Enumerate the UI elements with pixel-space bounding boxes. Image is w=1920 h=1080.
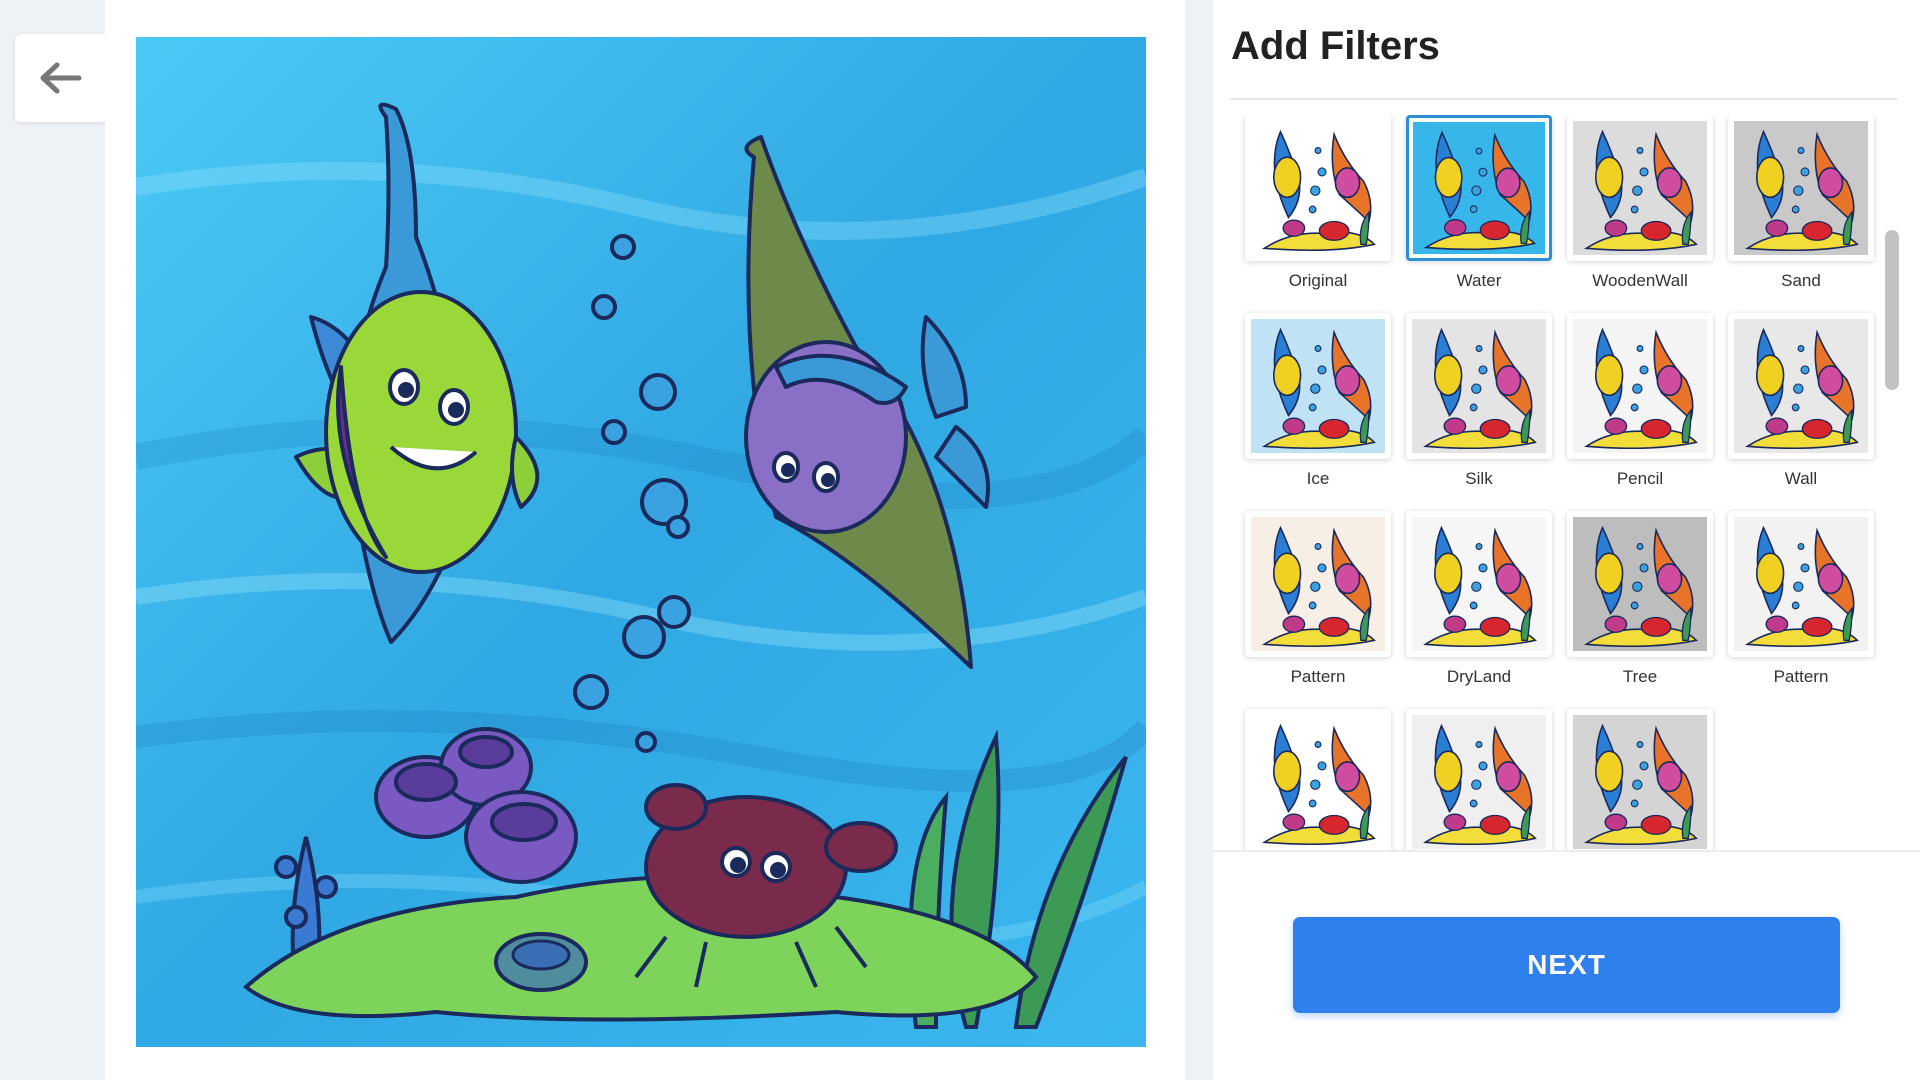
artwork-preview	[136, 37, 1146, 1047]
filter-item[interactable]: Wall	[1728, 313, 1874, 489]
filter-thumbnail[interactable]	[1728, 115, 1874, 261]
filter-thumbnail[interactable]	[1567, 511, 1713, 657]
filter-item[interactable]	[1567, 709, 1713, 850]
filter-item[interactable]: Ice	[1245, 313, 1391, 489]
filter-thumbnail[interactable]	[1567, 313, 1713, 459]
arrow-left-icon	[40, 62, 82, 94]
footer-divider	[1213, 850, 1920, 852]
filter-item[interactable]: DryLand	[1406, 511, 1552, 687]
filter-item[interactable]: Pencil	[1567, 313, 1713, 489]
scrollbar-thumb[interactable]	[1885, 230, 1899, 390]
filter-item[interactable]: Original	[1245, 115, 1391, 291]
filter-label: DryLand	[1446, 667, 1512, 686]
filter-item[interactable]: Sand	[1728, 115, 1874, 291]
filter-label: Wall	[1784, 469, 1818, 488]
panel-title: Add Filters	[1231, 24, 1440, 68]
filter-thumbnail[interactable]	[1728, 511, 1874, 657]
filters-list[interactable]: Original Water WoodenWall Sand Ice Silk …	[1230, 115, 1880, 850]
filter-item[interactable]: WoodenWall	[1567, 115, 1713, 291]
filter-label: Ice	[1306, 469, 1330, 488]
filter-item[interactable]	[1245, 709, 1391, 850]
filter-label: Tree	[1622, 667, 1658, 686]
filter-item[interactable]	[1406, 709, 1552, 850]
filter-thumbnail[interactable]	[1728, 313, 1874, 459]
filter-thumbnail[interactable]	[1245, 709, 1391, 850]
filter-thumbnail[interactable]	[1245, 511, 1391, 657]
filter-label: Silk	[1465, 469, 1493, 488]
filter-label: Water	[1456, 271, 1502, 290]
filter-label: Pattern	[1773, 667, 1829, 686]
filter-label: Sand	[1781, 271, 1821, 290]
filter-item[interactable]: Tree	[1567, 511, 1713, 687]
filter-label: Pencil	[1616, 469, 1664, 488]
canvas-panel	[105, 0, 1185, 1080]
filter-thumbnail[interactable]	[1406, 115, 1552, 261]
filters-panel: Add Filters Original Water WoodenWall Sa…	[1213, 0, 1920, 1080]
filter-label: Pattern	[1290, 667, 1346, 686]
filter-item[interactable]: Water	[1406, 115, 1552, 291]
filter-thumbnail[interactable]	[1567, 115, 1713, 261]
title-divider	[1230, 98, 1897, 100]
filter-thumbnail[interactable]	[1406, 709, 1552, 850]
filters-scrollbar[interactable]	[1885, 122, 1899, 847]
filter-thumbnail[interactable]	[1406, 313, 1552, 459]
filter-item[interactable]: Pattern	[1245, 511, 1391, 687]
filter-thumbnail[interactable]	[1406, 511, 1552, 657]
filter-item[interactable]: Pattern	[1728, 511, 1874, 687]
filter-thumbnail[interactable]	[1567, 709, 1713, 850]
filter-thumbnail[interactable]	[1245, 115, 1391, 261]
filter-thumbnail[interactable]	[1245, 313, 1391, 459]
back-button[interactable]	[15, 34, 105, 122]
filter-label: WoodenWall	[1592, 271, 1688, 290]
filter-label: Original	[1288, 271, 1348, 290]
next-button[interactable]: NEXT	[1293, 917, 1840, 1013]
filters-grid: Original Water WoodenWall Sand Ice Silk …	[1230, 115, 1880, 850]
filter-item[interactable]: Silk	[1406, 313, 1552, 489]
